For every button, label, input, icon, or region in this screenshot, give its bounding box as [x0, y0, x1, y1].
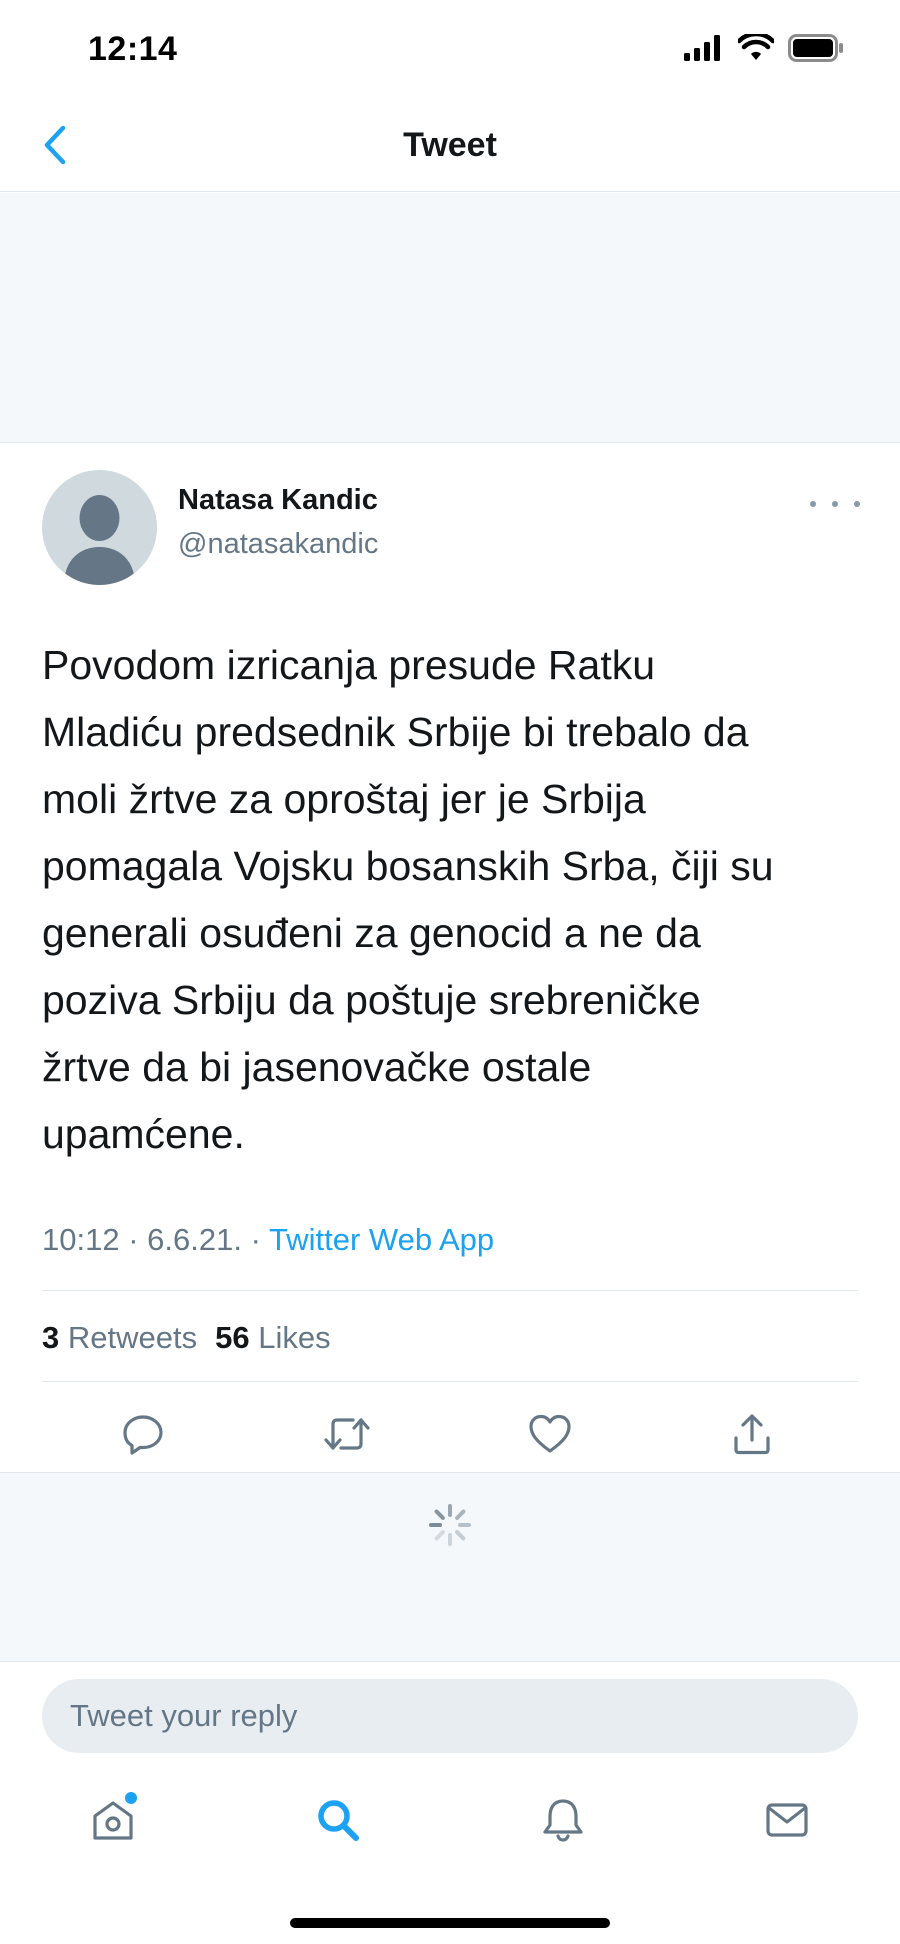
- retweet-icon: [324, 1418, 370, 1450]
- page-title: Tweet: [403, 126, 497, 164]
- meta-separator: ·: [250, 1222, 261, 1257]
- meta-separator: ·: [128, 1222, 139, 1257]
- reply-button[interactable]: [113, 1404, 173, 1464]
- tweet-meta: 10:12 · 6.6.21. · Twitter Web App: [42, 1222, 494, 1258]
- retweets-count: 3: [42, 1320, 60, 1355]
- status-bar: 12:14: [0, 0, 900, 100]
- divider: [42, 1290, 858, 1291]
- status-icons: [684, 34, 844, 62]
- battery-icon: [788, 34, 843, 62]
- more-options-button[interactable]: [810, 494, 860, 514]
- author-handle[interactable]: @natasakandic: [178, 528, 378, 561]
- tab-bar: [0, 1760, 900, 1944]
- messages-icon: [766, 1803, 808, 1837]
- thread-context-placeholder: [0, 193, 900, 443]
- notifications-icon: [543, 1799, 583, 1842]
- tweet-date: 6.6.21.: [147, 1222, 242, 1257]
- new-content-dot: [125, 1792, 137, 1804]
- status-time: 12:14: [88, 30, 178, 68]
- replies-loading-area: [0, 1472, 900, 1662]
- reply-input[interactable]: Tweet your reply: [42, 1679, 858, 1753]
- retweets-stat[interactable]: 3 Retweets: [42, 1320, 197, 1355]
- retweet-button[interactable]: [317, 1404, 377, 1464]
- tweet-text: Povodom izricanja presude Ratku Mladiću …: [42, 642, 774, 1157]
- like-button[interactable]: [520, 1404, 580, 1464]
- more-dot-icon: [854, 501, 860, 507]
- tweet-detail: Natasa Kandic @natasakandic Povodom izri…: [0, 444, 900, 1472]
- reply-icon: [123, 1415, 163, 1455]
- loading-spinner-icon: [429, 1504, 471, 1546]
- tab-messages[interactable]: [757, 1790, 817, 1850]
- like-icon: [529, 1414, 571, 1453]
- share-icon: [734, 1414, 770, 1455]
- tweet-actions: [0, 1404, 900, 1464]
- search-icon: [318, 1800, 359, 1841]
- tweet-source-link[interactable]: Twitter Web App: [269, 1222, 494, 1257]
- default-avatar-icon: [64, 495, 135, 585]
- wifi-icon: [738, 34, 774, 60]
- retweets-label: Retweets: [67, 1320, 198, 1355]
- tab-search[interactable]: [308, 1790, 368, 1850]
- likes-count: 56: [215, 1320, 250, 1355]
- tab-home[interactable]: [83, 1790, 143, 1850]
- signal-icon: [684, 35, 720, 61]
- author-name[interactable]: Natasa Kandic: [178, 484, 378, 517]
- tweet-stats: 3 Retweets 56 Likes: [42, 1320, 331, 1356]
- likes-stat[interactable]: 56 Likes: [215, 1320, 330, 1355]
- more-dot-icon: [832, 501, 838, 507]
- reply-placeholder: Tweet your reply: [70, 1698, 298, 1733]
- avatar[interactable]: [42, 470, 157, 585]
- divider: [42, 1381, 858, 1382]
- likes-label: Likes: [258, 1320, 331, 1355]
- home-indicator: [290, 1918, 610, 1928]
- tab-notifications[interactable]: [533, 1790, 593, 1850]
- tweet-time: 10:12: [42, 1222, 120, 1257]
- share-button[interactable]: [722, 1404, 782, 1464]
- more-dot-icon: [810, 501, 816, 507]
- navigation-bar: Tweet: [0, 100, 900, 192]
